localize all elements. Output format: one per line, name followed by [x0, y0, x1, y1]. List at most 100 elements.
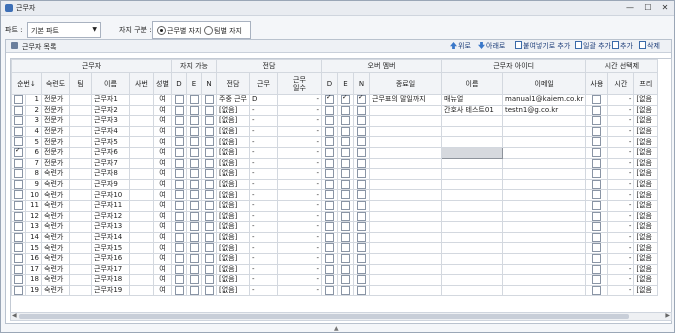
- cell-avail-e[interactable]: [186, 231, 202, 244]
- cell-over-d[interactable]: [321, 136, 338, 148]
- table-row[interactable]: 4 전문가 근무자4 여 [없음] - - - [없음: [11, 125, 659, 138]
- cell-assign[interactable]: [없음]: [216, 104, 250, 117]
- cell-account-name[interactable]: 매뉴얼: [441, 94, 503, 106]
- cell-gender[interactable]: 여: [153, 189, 172, 201]
- row-select-checkbox-cell[interactable]: [11, 178, 26, 191]
- cell-days[interactable]: -: [277, 136, 322, 148]
- scroll-right-icon[interactable]: ▶: [665, 312, 670, 319]
- cell-over-e[interactable]: [337, 242, 354, 254]
- cell-gender[interactable]: 여: [153, 115, 172, 127]
- cell-days[interactable]: -: [277, 189, 322, 201]
- use-checkbox[interactable]: [592, 222, 602, 232]
- cell-assign[interactable]: [없음]: [216, 125, 250, 138]
- row-select-checkbox-cell[interactable]: [11, 231, 26, 244]
- cell-email[interactable]: [501, 242, 587, 254]
- avail-d-checkbox[interactable]: [174, 254, 184, 263]
- cell-gender[interactable]: 여: [153, 94, 172, 106]
- cell-account-name[interactable]: [441, 231, 503, 244]
- cell-enddate[interactable]: [369, 168, 442, 180]
- row-select-checkbox[interactable]: [14, 243, 23, 253]
- over-d-checkbox[interactable]: [325, 211, 334, 221]
- cell-name[interactable]: 근무자1: [91, 94, 130, 106]
- cell-skill[interactable]: 숙련가: [41, 199, 70, 212]
- avail-e-checkbox[interactable]: [189, 116, 199, 126]
- cell-hours[interactable]: -: [607, 242, 635, 254]
- cell-avail-d[interactable]: [171, 136, 187, 148]
- cell-gender[interactable]: 여: [153, 252, 172, 265]
- cell-skill[interactable]: 전문가: [41, 94, 70, 106]
- avail-n-checkbox[interactable]: [204, 137, 214, 147]
- cell-account-name[interactable]: [441, 168, 503, 180]
- cell-avail-d[interactable]: [171, 284, 187, 297]
- cell-email[interactable]: [501, 199, 587, 212]
- cell-pre[interactable]: [없음: [633, 189, 659, 201]
- cell-hours[interactable]: -: [607, 157, 635, 170]
- cell-empno[interactable]: [129, 210, 154, 223]
- cell-avail-d[interactable]: [171, 157, 187, 170]
- avail-d-checkbox[interactable]: [174, 169, 184, 179]
- avail-n-checkbox[interactable]: [204, 243, 214, 253]
- cell-enddate[interactable]: [369, 104, 442, 117]
- cell-over-e[interactable]: [337, 274, 354, 286]
- over-d-checkbox[interactable]: [325, 275, 334, 285]
- row-select-checkbox-cell[interactable]: [11, 263, 26, 276]
- cell-avail-n[interactable]: [201, 136, 217, 148]
- over-e-checkbox[interactable]: [341, 148, 350, 158]
- cell-avail-d[interactable]: [171, 263, 187, 276]
- table-row[interactable]: 6전문가근무자6여[없음]---[없음: [11, 146, 659, 159]
- cell-name[interactable]: 근무자14: [91, 231, 130, 244]
- cell-pre[interactable]: [없음: [633, 125, 659, 138]
- cell-hours[interactable]: -: [607, 284, 635, 297]
- cell-enddate[interactable]: [369, 284, 442, 297]
- cell-over-n[interactable]: [353, 210, 370, 223]
- row-select-checkbox[interactable]: [14, 254, 23, 263]
- avail-e-checkbox[interactable]: [189, 254, 199, 263]
- cell-duty[interactable]: -: [249, 168, 278, 180]
- resize-grip-icon[interactable]: ▲: [334, 325, 339, 332]
- cell-name[interactable]: 근무자6: [91, 146, 130, 159]
- cell-team[interactable]: [69, 136, 92, 148]
- cell-over-e[interactable]: [337, 168, 354, 180]
- cell-gender[interactable]: 여: [153, 199, 172, 212]
- row-select-checkbox[interactable]: [14, 286, 23, 295]
- col-over-e[interactable]: E: [337, 72, 354, 95]
- col-duty[interactable]: 근무: [249, 72, 278, 95]
- cell-use[interactable]: [585, 146, 609, 159]
- cell-duty[interactable]: -: [249, 263, 278, 276]
- cell-name[interactable]: 근무자16: [91, 252, 130, 265]
- avail-n-checkbox[interactable]: [204, 190, 214, 200]
- cell-over-e[interactable]: [337, 136, 354, 148]
- row-select-checkbox-cell[interactable]: [11, 104, 26, 117]
- cell-avail-d[interactable]: [171, 210, 187, 223]
- cell-name[interactable]: 근무자5: [91, 136, 130, 148]
- cell-assign[interactable]: [없음]: [216, 146, 250, 159]
- row-select-checkbox-cell[interactable]: [11, 157, 26, 170]
- use-checkbox[interactable]: [592, 180, 602, 189]
- over-e-checkbox[interactable]: [341, 95, 350, 105]
- cell-team[interactable]: [69, 252, 92, 265]
- over-e-checkbox[interactable]: [341, 190, 350, 200]
- cell-duty[interactable]: -: [249, 242, 278, 254]
- cell-over-n[interactable]: [353, 274, 370, 286]
- col-team[interactable]: 팀: [69, 72, 92, 95]
- cell-over-n[interactable]: [353, 199, 370, 212]
- cell-avail-e[interactable]: [186, 221, 202, 233]
- over-n-checkbox[interactable]: [357, 201, 366, 210]
- avail-e-checkbox[interactable]: [189, 137, 199, 147]
- over-e-checkbox[interactable]: [341, 127, 350, 136]
- cell-use[interactable]: [585, 189, 609, 201]
- over-n-checkbox[interactable]: [357, 106, 366, 115]
- over-e-checkbox[interactable]: [341, 137, 350, 147]
- cell-pre[interactable]: [없음: [633, 136, 659, 148]
- use-checkbox[interactable]: [592, 264, 602, 274]
- cell-email[interactable]: [501, 136, 587, 148]
- cell-enddate[interactable]: [369, 146, 442, 159]
- use-checkbox[interactable]: [592, 243, 602, 253]
- cell-avail-d[interactable]: [171, 221, 187, 233]
- cell-avail-n[interactable]: [201, 178, 217, 191]
- cell-skill[interactable]: 전문가: [41, 115, 70, 127]
- cell-email[interactable]: [501, 274, 587, 286]
- cell-avail-e[interactable]: [186, 178, 202, 191]
- avail-e-checkbox[interactable]: [189, 286, 199, 295]
- cell-email[interactable]: manual1@kaiem.co.kr: [501, 94, 587, 106]
